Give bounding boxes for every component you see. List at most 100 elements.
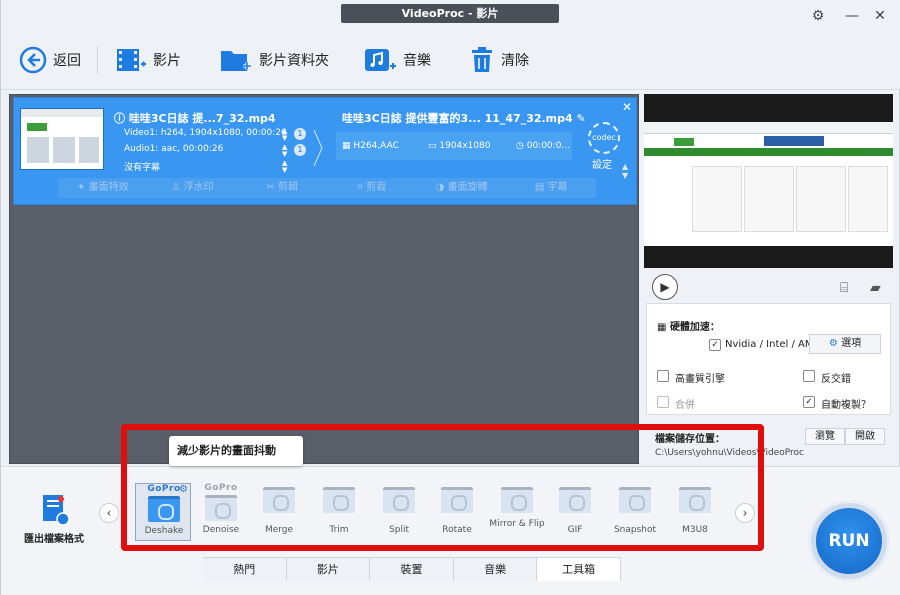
clear-button[interactable]: 清除 — [469, 44, 529, 76]
tab-toolbox[interactable]: 工具箱 — [537, 558, 621, 581]
watermark-icon: ♙ — [171, 182, 184, 193]
back-arrow-icon — [19, 46, 47, 74]
back-button[interactable]: 返回 — [19, 44, 81, 76]
video-track-select-icon[interactable]: ▲ ▼ — [282, 128, 287, 142]
output-codec: ▦ H264,AAC — [342, 141, 399, 151]
effects-button[interactable]: ✦ 畫面特效 — [58, 178, 148, 198]
preview-frame — [644, 122, 893, 246]
video-track-count: 1 — [294, 128, 306, 140]
tool-mirror-flip[interactable]: Mirror & Flip — [489, 483, 545, 541]
hq-engine-checkbox[interactable] — [657, 370, 669, 382]
video-thumbnail[interactable] — [20, 108, 104, 170]
merge-label: 合併 — [675, 400, 695, 411]
info-icon[interactable]: ⓘ — [114, 112, 129, 125]
clock-icon: ◷ — [516, 141, 527, 151]
convert-arrow-icon — [313, 129, 323, 167]
subtitle-button[interactable]: ▤ 字幕 — [506, 178, 596, 198]
browse-button[interactable]: 瀏覽 — [805, 428, 845, 445]
tool-split[interactable]: Split — [371, 483, 427, 541]
merge-checkbox[interactable] — [657, 396, 669, 408]
save-location-label: 檔案儲存位置： — [655, 434, 725, 445]
add-music-button[interactable]: 音樂 — [363, 44, 431, 76]
mirror-flip-icon — [501, 487, 533, 513]
add-video-button[interactable]: 影片 — [115, 44, 181, 76]
tool-settings-gear-icon[interactable]: ⚙ — [179, 484, 188, 495]
denoise-icon — [205, 495, 237, 521]
file-card[interactable]: ⓘ 哇哇3C日誌 提...7_32.mp4 Video1: h264, 1904… — [13, 97, 637, 205]
tool-rotate[interactable]: Rotate — [429, 483, 485, 541]
tool-merge[interactable]: Merge — [251, 483, 307, 541]
export-format-label: 匯出檔案格式 — [24, 534, 84, 545]
codec-settings-label[interactable]: 設定 — [592, 156, 612, 171]
preview-player[interactable] — [644, 94, 893, 268]
remove-file-icon[interactable]: ✕ — [622, 100, 632, 114]
trim-icon — [323, 487, 355, 513]
hq-engine-label: 高畫質引擎 — [675, 374, 725, 385]
merge-icon — [263, 487, 295, 513]
deinterlace-checkbox[interactable] — [803, 370, 815, 382]
auto-copy-checkbox[interactable]: ✓ — [803, 396, 815, 408]
scroll-left-icon[interactable]: ‹ — [99, 503, 119, 523]
add-video-folder-button[interactable]: 影片資料夾 — [219, 44, 329, 76]
camera-icon[interactable]: ⌸ — [840, 280, 848, 296]
effects-icon: ✦ — [77, 182, 89, 193]
output-file-name[interactable]: 哇哇3C日誌 提供豐富的3... 11_47_32.mp4 ✎ — [342, 110, 586, 126]
tab-popular[interactable]: 熱門 — [203, 558, 287, 581]
add-video-folder-label: 影片資料夾 — [259, 53, 329, 69]
tab-video[interactable]: 影片 — [286, 558, 371, 581]
minimize-button[interactable]: — — [841, 6, 863, 26]
tool-gif[interactable]: GIF — [547, 483, 603, 541]
snapshot-icon — [619, 487, 651, 513]
tool-trim[interactable]: Trim — [311, 483, 367, 541]
trash-icon — [472, 47, 492, 72]
edit-name-icon[interactable]: ✎ — [577, 112, 586, 125]
hardware-options-button[interactable]: ⚙ 選項 — [809, 334, 881, 354]
tab-device[interactable]: 裝置 — [370, 558, 454, 581]
audio-track-select-icon[interactable]: ▲ ▼ — [282, 144, 287, 158]
watermark-button[interactable]: ♙ 浮水印 — [148, 178, 238, 198]
codec-settings-icon[interactable]: codec — [588, 122, 620, 154]
tool-m3u8[interactable]: M3U8 — [667, 483, 723, 541]
tab-music[interactable]: 音樂 — [453, 558, 538, 581]
scroll-right-icon[interactable]: › — [735, 503, 755, 523]
music-plus-icon — [365, 49, 396, 71]
split-icon — [383, 487, 415, 513]
title-bar: VideoProc - 影片 ⚙ — ✕ — [1, 0, 900, 32]
toolbox-row: GoPro ⚙ Deshake GoPro Denoise Merge Trim… — [129, 483, 745, 541]
gear-icon: ⚙ — [828, 338, 842, 349]
export-format-button[interactable]: 匯出檔案格式 — [15, 493, 93, 545]
toolbar: 返回 影片 影片資料夾 音樂 清除 — [1, 32, 900, 90]
run-button[interactable]: RUN — [811, 503, 887, 579]
input-file-title: 哇哇3C日誌 提...7_32.mp4 — [128, 112, 276, 125]
tool-deshake[interactable]: GoPro ⚙ Deshake — [135, 483, 191, 541]
clear-label: 清除 — [501, 53, 529, 69]
folder-icon[interactable]: ▰ — [870, 280, 881, 296]
rotate-icon: ◑ — [435, 182, 448, 193]
add-music-label: 音樂 — [403, 53, 431, 69]
output-info-box: ▦ H264,AAC ▭ 1904x1080 ◷ 00:00:0... — [336, 132, 572, 160]
folder-plus-icon — [221, 51, 251, 71]
input-file-name: ⓘ 哇哇3C日誌 提...7_32.mp4 — [114, 110, 276, 126]
tool-denoise[interactable]: GoPro Denoise — [193, 483, 249, 541]
save-location-path[interactable]: C:\Users\yohnu\Videos\VideoProc — [655, 448, 804, 458]
video-track-info: Video1: h264, 1904x1080, 00:00:26 — [124, 128, 287, 138]
rotate-button[interactable]: ◑ 畫面旋轉 — [417, 178, 507, 198]
reorder-arrows-icon[interactable]: ▲ ▼ — [622, 162, 628, 180]
window-title: VideoProc - 影片 — [341, 4, 559, 23]
m3u8-icon — [679, 487, 711, 513]
close-button[interactable]: ✕ — [869, 6, 891, 26]
subtitle-info[interactable]: 沒有字幕 — [124, 160, 160, 173]
cut-button[interactable]: ✂ 剪輯 — [237, 178, 327, 198]
subtitle-select-icon[interactable]: ▲ ▼ — [282, 160, 287, 174]
bottom-panel: 匯出檔案格式 ‹ GoPro ⚙ Deshake GoPro Denoise M… — [1, 466, 900, 595]
crop-button[interactable]: ⌗ 剪裁 — [327, 178, 417, 198]
audio-track-count: 1 — [294, 144, 306, 156]
play-button[interactable]: ▶ — [652, 274, 678, 300]
tool-snapshot[interactable]: Snapshot — [607, 483, 663, 541]
open-folder-button[interactable]: 開啟 — [845, 428, 885, 445]
settings-gear-icon[interactable]: ⚙ — [807, 6, 829, 26]
scissors-icon: ✂ — [266, 182, 278, 193]
hardware-accel-checkbox[interactable]: ✓ — [709, 339, 721, 351]
app-window: VideoProc - 影片 ⚙ — ✕ 返回 影片 影片資料夾 音樂 清除 ⓘ… — [0, 0, 900, 595]
add-video-label: 影片 — [153, 53, 181, 69]
